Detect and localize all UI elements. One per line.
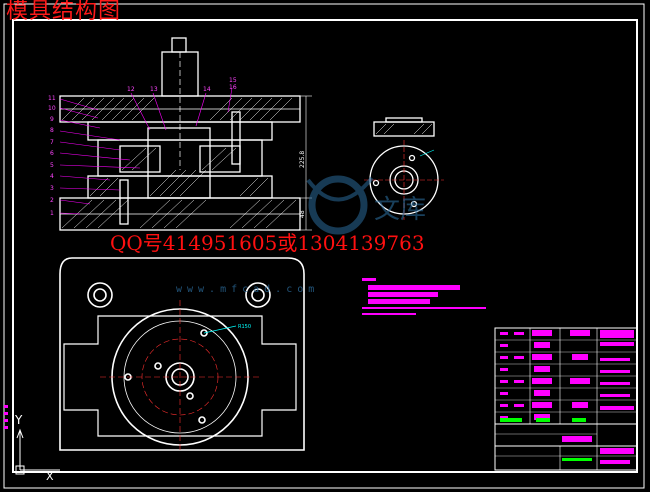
dimension-total-height: 225.8 [299,151,306,168]
drawing-title: 模具结构图 [6,0,122,24]
watermark-contact: QQ号414951605或1304139763 [110,231,425,255]
ucs-y-label: Y [15,413,23,427]
part-number-11: 11 [48,95,56,102]
part-number-9: 9 [50,116,54,123]
left-ruler-marks [4,405,8,429]
ucs-icon [15,428,60,475]
dimension-small-height: 48 [299,210,306,218]
watermark-logo [306,175,374,235]
part-number-6: 6 [50,150,54,157]
watermark-url: www.mfcad.com [176,284,319,295]
part-number-15: 15 [229,77,237,84]
part-number-14: 14 [203,86,211,93]
front-section-view [59,37,312,231]
diameter-note: R150 [238,324,251,330]
part-number-10: 10 [48,105,56,112]
part-number-5: 5 [50,162,54,169]
bom-entries [500,330,634,464]
part-number-1: 1 [50,210,54,217]
watermark-brand: 文库 [374,195,426,225]
part-number-3: 3 [50,185,54,192]
part-number-12: 12 [127,86,135,93]
part-number-labels: 11 10 9 8 7 6 5 4 3 2 1 12 13 14 15 16 [48,77,237,217]
ucs-x-label: X [46,470,54,483]
part-number-7: 7 [50,139,54,146]
part-number-16: 16 [229,84,237,91]
part-number-4: 4 [50,173,54,180]
technical-notes [362,278,486,315]
part-number-2: 2 [50,197,54,204]
part-number-8: 8 [50,127,54,134]
part-number-13: 13 [150,86,158,93]
